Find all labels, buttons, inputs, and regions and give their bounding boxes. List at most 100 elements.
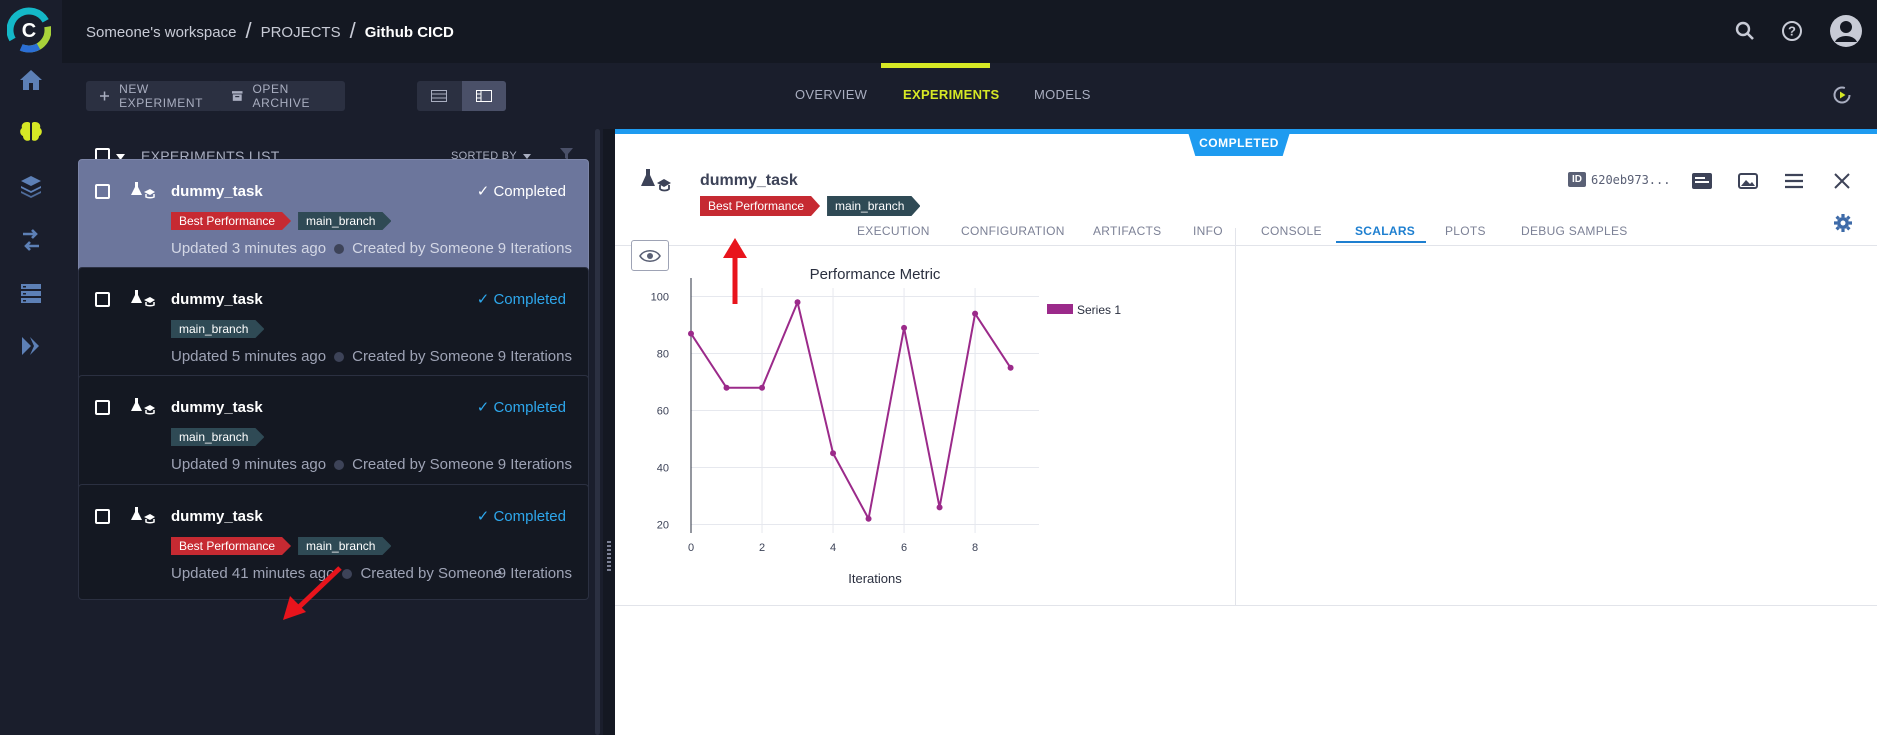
- tag[interactable]: main_branch: [827, 196, 920, 216]
- tag-list: Best Performance main_branch: [171, 537, 391, 555]
- info-panel-icon[interactable]: [1688, 167, 1716, 195]
- tab-overview[interactable]: OVERVIEW: [795, 87, 867, 102]
- brain-icon[interactable]: [13, 115, 49, 149]
- status-badge: ✓ Completed: [476, 291, 566, 308]
- tag[interactable]: Best Performance: [171, 537, 291, 555]
- data-point: [759, 384, 766, 391]
- iterations-count: 9 Iterations: [497, 240, 572, 257]
- tag[interactable]: main_branch: [298, 212, 391, 230]
- scalar-plot-card: Performance Metric 20 40 60 80 100 0 2 4 6 8 Iterat…: [615, 228, 1236, 606]
- created-by-text: Created by Someone: [352, 456, 494, 473]
- experiment-checkbox[interactable]: [95, 184, 110, 199]
- experiment-checkbox[interactable]: [95, 292, 110, 307]
- app: C Someone's workspace / PROJECTS / Githu…: [0, 0, 1877, 735]
- experiments-list-panel: EXPERIMENTS LIST SORTED BY dummy_task ✓ …: [62, 129, 603, 735]
- tag[interactable]: Best Performance: [700, 196, 820, 216]
- experiment-meta: Updated 5 minutes ago Created by Someone: [171, 348, 494, 365]
- new-experiment-label: NEW EXPERIMENT: [119, 82, 204, 110]
- experiment-card[interactable]: dummy_task ✓ Completed Best Performance …: [78, 159, 589, 275]
- training-task-icon: [131, 290, 155, 307]
- created-by-text: Created by Someone: [352, 240, 494, 257]
- experiment-meta: Updated 3 minutes ago Created by Someone: [171, 240, 494, 257]
- layers-icon[interactable]: [13, 169, 49, 203]
- tag[interactable]: Best Performance: [171, 212, 291, 230]
- x-axis-label: Iterations: [848, 571, 902, 586]
- auto-refresh-icon[interactable]: [1832, 85, 1852, 110]
- details-view-icon[interactable]: [461, 81, 506, 111]
- status-badge: ✓ Completed: [476, 399, 566, 416]
- plus-icon: [100, 91, 110, 101]
- top-actions: ?: [1735, 14, 1863, 48]
- view-toggle: [417, 81, 506, 111]
- panel-splitter[interactable]: [603, 129, 615, 735]
- tag[interactable]: main_branch: [298, 537, 391, 555]
- updated-text: Updated 41 minutes ago: [171, 565, 335, 582]
- experiment-id[interactable]: ID 620eb973...: [1568, 172, 1670, 187]
- data-point: [688, 330, 694, 337]
- experiment-name: dummy_task: [171, 183, 263, 200]
- training-task-icon: [131, 507, 155, 524]
- created-by-text: Created by Someone: [352, 348, 494, 365]
- training-task-icon: [641, 169, 671, 192]
- x-tick-label: 0: [688, 542, 694, 554]
- tag-list: main_branch: [171, 428, 264, 446]
- experiment-meta: Updated 9 minutes ago Created by Someone: [171, 456, 494, 473]
- id-value: 620eb973...: [1591, 172, 1671, 187]
- breadcrumb-separator: /: [349, 18, 356, 43]
- experiment-name: dummy_task: [171, 399, 263, 416]
- breadcrumb-current: Github CICD: [364, 24, 454, 41]
- pipelines-icon[interactable]: [13, 223, 49, 257]
- experiment-checkbox[interactable]: [95, 400, 110, 415]
- experiment-name[interactable]: dummy_task: [700, 172, 798, 190]
- x-tick-label: 6: [901, 542, 907, 554]
- y-tick-label: 20: [657, 519, 669, 531]
- user-avatar: [334, 351, 345, 362]
- home-icon[interactable]: [13, 63, 49, 97]
- experiment-card[interactable]: dummy_task ✓ Completed Best Performance …: [78, 484, 589, 600]
- user-avatar: [342, 568, 353, 579]
- data-point: [972, 310, 979, 317]
- help-icon[interactable]: ?: [1781, 20, 1803, 42]
- tab-experiments[interactable]: EXPERIMENTS: [903, 87, 999, 102]
- breadcrumb-projects[interactable]: PROJECTS: [261, 24, 341, 41]
- experiment-details-panel: COMPLETED dummy_task Best Performance ma…: [615, 129, 1877, 735]
- breadcrumb-workspace[interactable]: Someone's workspace: [86, 24, 236, 41]
- tag-list: main_branch: [171, 320, 264, 338]
- open-archive-button[interactable]: OPEN ARCHIVE: [218, 81, 345, 111]
- new-experiment-button[interactable]: NEW EXPERIMENT: [86, 81, 222, 111]
- status-text: Completed: [493, 399, 566, 416]
- training-task-icon: [131, 182, 155, 199]
- iterations-count: 9 Iterations: [497, 565, 572, 582]
- experiment-checkbox[interactable]: [95, 509, 110, 524]
- data-point: [794, 299, 801, 306]
- tag[interactable]: main_branch: [171, 428, 264, 446]
- list-scrollbar[interactable]: [595, 129, 600, 735]
- tag[interactable]: main_branch: [171, 320, 264, 338]
- experiment-card[interactable]: dummy_task ✓ Completed main_branch Updat…: [78, 375, 589, 491]
- splitter-grip[interactable]: [607, 541, 611, 571]
- search-icon[interactable]: [1735, 21, 1755, 41]
- experiment-meta: Updated 41 minutes ago Created by Someon…: [171, 565, 502, 582]
- deploy-icon[interactable]: [13, 329, 49, 363]
- experiment-card[interactable]: dummy_task ✓ Completed main_branch Updat…: [78, 267, 589, 383]
- tab-models[interactable]: MODELS: [1034, 87, 1091, 102]
- data-point: [936, 504, 943, 511]
- datasets-icon[interactable]: [13, 276, 49, 310]
- legend-label: Series 1: [1077, 303, 1121, 317]
- svg-text:?: ?: [1788, 24, 1796, 39]
- x-tick-label: 2: [759, 542, 765, 554]
- user-avatar-icon[interactable]: [1829, 14, 1863, 48]
- svg-text:C: C: [22, 20, 36, 42]
- updated-text: Updated 9 minutes ago: [171, 456, 327, 473]
- image-panel-icon[interactable]: [1734, 167, 1762, 195]
- y-tick-label: 60: [657, 406, 669, 418]
- close-icon[interactable]: [1828, 167, 1856, 195]
- data-point: [865, 515, 872, 522]
- active-tab-indicator: [881, 63, 990, 68]
- status-badge: ✓ Completed: [476, 508, 566, 525]
- updated-text: Updated 3 minutes ago: [171, 240, 327, 257]
- table-view-icon[interactable]: [417, 81, 462, 111]
- empty-plot-area: [1236, 228, 1877, 606]
- clearml-logo[interactable]: C: [7, 7, 51, 53]
- menu-icon[interactable]: [1780, 167, 1808, 195]
